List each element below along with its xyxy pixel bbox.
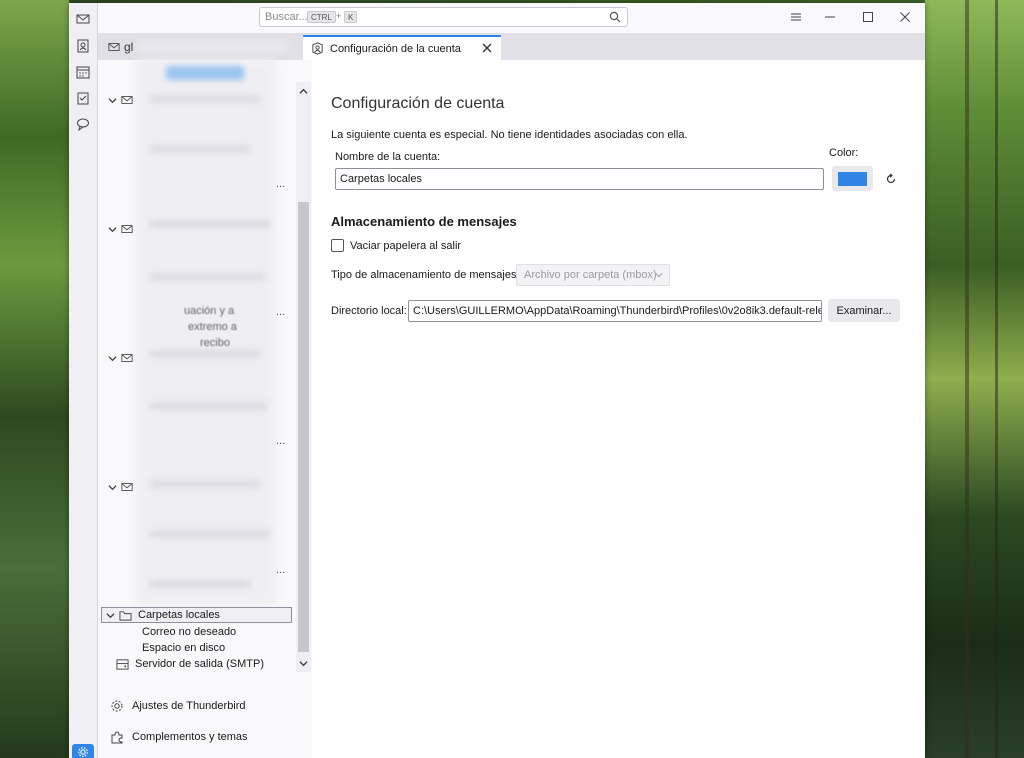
- search-icon[interactable]: [609, 11, 621, 23]
- account-settings-panel: Configuración de cuenta La siguiente cue…: [312, 60, 925, 758]
- address-book-icon[interactable]: [75, 38, 91, 54]
- browse-button[interactable]: Examinar...: [828, 299, 900, 322]
- tab-account-settings[interactable]: Configuración de la cuenta: [303, 35, 501, 60]
- redacted-line: [150, 220, 270, 228]
- chevron-down-icon[interactable]: [106, 611, 115, 620]
- truncated-text: ...: [276, 435, 286, 447]
- redacted-line: [150, 480, 260, 488]
- account-settings-icon: [312, 42, 323, 55]
- empty-trash-checkbox[interactable]: [331, 239, 344, 252]
- reset-color-icon[interactable]: [885, 173, 897, 185]
- gear-icon: [111, 700, 123, 712]
- redacted-line: [150, 402, 268, 410]
- close-window-icon[interactable]: [897, 9, 913, 25]
- storage-type-label: Tipo de almacenamiento de mensajes:: [331, 269, 520, 281]
- mail-account-icon: [121, 354, 133, 362]
- sidebar-item-disk-space[interactable]: Espacio en disco: [142, 642, 225, 654]
- scroll-up-icon[interactable]: [299, 87, 308, 96]
- puzzle-icon: [111, 731, 123, 744]
- color-swatch: [838, 171, 867, 186]
- chevron-down-icon[interactable]: [108, 96, 117, 105]
- folder-icon: [119, 610, 132, 621]
- page-title: Configuración de cuenta: [331, 95, 505, 112]
- chevron-down-icon[interactable]: [108, 225, 117, 234]
- tab-title: Configuración de la cuenta: [330, 42, 461, 55]
- mail-account-icon: [121, 96, 133, 104]
- search-placeholder: Buscar...: [265, 11, 308, 23]
- account-tree-sidebar: ... ... uación y a extremo a recibo ... …: [98, 60, 312, 758]
- search-input[interactable]: Buscar... CTRL + K: [259, 7, 628, 27]
- desktop-background-left: [0, 0, 69, 758]
- partial-folder-text: recibo: [200, 337, 230, 349]
- mail-icon[interactable]: [75, 11, 91, 27]
- settings-space-icon[interactable]: [72, 744, 94, 758]
- desktop-background-right: [925, 0, 1024, 758]
- chat-icon[interactable]: [75, 116, 91, 132]
- chevron-down-icon[interactable]: [108, 483, 117, 492]
- redacted-line: [150, 145, 250, 153]
- account-name-field[interactable]: Carpetas locales: [335, 168, 824, 190]
- account-name-label: Nombre de la cuenta:: [335, 151, 441, 163]
- local-folders-label: Carpetas locales: [138, 609, 220, 621]
- thunderbird-window: Buscar... CTRL + K gl Configuración de l…: [69, 3, 925, 758]
- redacted-line: [150, 350, 260, 358]
- spaces-toolbar: [69, 3, 98, 758]
- account-row[interactable]: [108, 223, 133, 235]
- tab-mail[interactable]: gl: [98, 33, 303, 60]
- maximize-icon[interactable]: [860, 9, 876, 25]
- sidebar-item-junk[interactable]: Correo no deseado: [142, 626, 236, 638]
- tab-mail-label-redacted: [137, 40, 288, 53]
- storage-type-select: Archivo por carpeta (mbox): [516, 264, 670, 286]
- chevron-down-icon: [655, 273, 663, 278]
- settings-label: Ajustes de Thunderbird: [132, 700, 246, 712]
- local-directory-field[interactable]: C:\Users\GUILLERMO\AppData\Roaming\Thund…: [408, 300, 822, 322]
- account-row[interactable]: [108, 94, 133, 106]
- tasks-icon[interactable]: [75, 90, 91, 106]
- close-tab-icon[interactable]: [481, 42, 493, 54]
- outgoing-server-icon: [116, 658, 129, 670]
- scroll-down-icon[interactable]: [299, 659, 308, 668]
- calendar-icon[interactable]: [75, 64, 91, 80]
- redacted-line: [150, 95, 260, 103]
- chevron-down-icon[interactable]: [108, 354, 117, 363]
- tab-strip: gl Configuración de la cuenta: [98, 33, 925, 60]
- smtp-label: Servidor de salida (SMTP): [135, 658, 264, 670]
- shortcut-key-ctrl: CTRL: [307, 11, 336, 23]
- tab-mail-label: gl: [124, 39, 134, 54]
- color-label: Color:: [829, 147, 859, 159]
- redacted-line: [150, 530, 270, 538]
- account-row[interactable]: [108, 352, 133, 364]
- sidebar-scrollbar[interactable]: [296, 82, 311, 672]
- shortcut-plus: +: [336, 11, 342, 21]
- scroll-thumb[interactable]: [298, 202, 309, 652]
- color-picker-button[interactable]: [832, 166, 873, 191]
- addons-themes-link[interactable]: Complementos y temas: [110, 730, 248, 744]
- mail-account-icon: [121, 225, 133, 233]
- redacted-line: [150, 273, 265, 281]
- sidebar-item-smtp[interactable]: Servidor de salida (SMTP): [116, 656, 264, 672]
- truncated-text: ...: [276, 178, 286, 190]
- partial-folder-text: extremo a: [188, 321, 237, 333]
- shortcut-key-k: K: [344, 11, 358, 23]
- mail-account-icon: [121, 483, 133, 491]
- empty-trash-label[interactable]: Vaciar papelera al salir: [350, 240, 461, 252]
- redacted-highlight: [166, 66, 244, 80]
- special-account-note: La siguiente cuenta es especial. No tien…: [331, 129, 688, 141]
- local-folders-row[interactable]: Carpetas locales: [101, 607, 292, 623]
- title-bar: Buscar... CTRL + K: [98, 3, 925, 33]
- account-row[interactable]: [108, 481, 133, 493]
- minimize-icon[interactable]: [822, 9, 838, 25]
- storage-type-value: Archivo por carpeta (mbox): [524, 269, 657, 281]
- redacted-line: [150, 580, 250, 588]
- mail-tab-icon: [108, 42, 120, 51]
- addons-label: Complementos y temas: [132, 731, 248, 743]
- truncated-text: ...: [276, 306, 286, 318]
- app-menu-icon[interactable]: [788, 9, 804, 25]
- storage-heading: Almacenamiento de mensajes: [331, 214, 517, 229]
- truncated-text: ...: [276, 564, 286, 576]
- thunderbird-settings-link[interactable]: Ajustes de Thunderbird: [110, 699, 246, 713]
- local-directory-label: Directorio local:: [331, 305, 407, 317]
- partial-folder-text: uación y a: [184, 305, 235, 317]
